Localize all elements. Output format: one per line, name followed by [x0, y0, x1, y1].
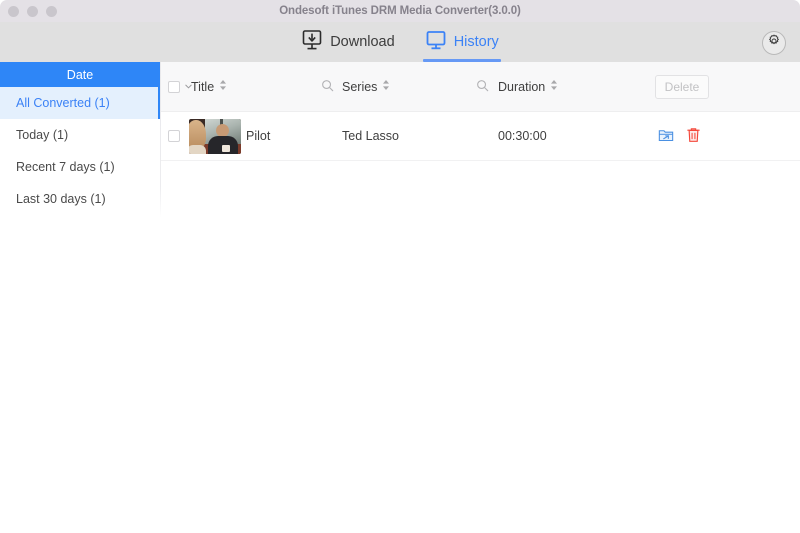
window-title: Ondesoft iTunes DRM Media Converter(3.0.…: [279, 5, 521, 17]
column-header-duration-label: Duration: [498, 79, 546, 94]
tab-download[interactable]: Download: [299, 22, 397, 62]
tab-history[interactable]: History: [422, 22, 501, 62]
thumbnail-person-left-body: [189, 144, 206, 154]
row-duration: 00:30:00: [498, 129, 547, 143]
thumbnail-cup: [222, 144, 230, 152]
thumbnail-person-right-head: [216, 123, 229, 137]
column-header-series-label: Series: [342, 79, 378, 94]
tab-bar: Download History: [0, 22, 800, 62]
download-monitor-icon: [301, 29, 323, 55]
monitor-icon: [425, 30, 447, 55]
row-actions: [658, 112, 701, 160]
sort-arrows-icon[interactable]: [550, 79, 558, 94]
history-table: Title Series Duration Delete Pilot Ted L…: [161, 62, 800, 533]
tab-download-label: Download: [330, 34, 395, 50]
sidebar-header: Date: [0, 62, 160, 87]
sidebar-item-all-converted[interactable]: All Converted (1): [0, 87, 160, 119]
column-header-series[interactable]: Series: [342, 62, 390, 111]
row-title: Pilot: [246, 129, 271, 143]
sidebar-item-label: Last 30 days (1): [16, 192, 106, 206]
row-series: Ted Lasso: [342, 129, 399, 143]
column-header-duration[interactable]: Duration: [498, 62, 558, 111]
sort-arrows-icon[interactable]: [219, 79, 227, 94]
delete-selected-button[interactable]: Delete: [655, 74, 709, 99]
minimize-button[interactable]: [27, 5, 38, 17]
select-all-checkbox[interactable]: [168, 80, 180, 93]
maximize-button[interactable]: [46, 5, 57, 17]
reveal-in-folder-icon[interactable]: [658, 127, 674, 146]
delete-selected-container: Delete: [655, 62, 709, 111]
row-thumbnail-container: [189, 112, 241, 160]
close-button[interactable]: [8, 5, 19, 17]
delete-row-icon[interactable]: [686, 127, 701, 146]
sidebar-item-recent-7-days[interactable]: Recent 7 days (1): [0, 151, 160, 183]
column-header-title[interactable]: Title: [191, 62, 227, 111]
sidebar-item-label: Recent 7 days (1): [16, 160, 115, 174]
search-icon: [476, 79, 489, 95]
search-icon: [321, 79, 334, 95]
select-all-group: [168, 62, 193, 111]
gear-icon: [767, 33, 781, 53]
search-series-button[interactable]: [321, 62, 334, 111]
table-row[interactable]: Pilot Ted Lasso 00:30:00: [161, 112, 800, 161]
settings-button[interactable]: [762, 31, 786, 55]
row-select-container: [168, 112, 180, 160]
sidebar-item-today[interactable]: Today (1): [0, 119, 160, 151]
title-bar: Ondesoft iTunes DRM Media Converter(3.0.…: [0, 0, 800, 23]
sidebar-item-last-30-days[interactable]: Last 30 days (1): [0, 183, 160, 215]
sidebar-item-label: All Converted (1): [16, 96, 110, 110]
row-checkbox[interactable]: [168, 130, 180, 142]
toolbar: Download History: [0, 22, 800, 63]
column-header-title-label: Title: [191, 79, 215, 94]
sidebar: Date All Converted (1) Today (1) Recent …: [0, 62, 160, 533]
search-duration-button[interactable]: [476, 62, 489, 111]
sort-arrows-icon[interactable]: [382, 79, 390, 94]
table-header-row: Title Series Duration Delete: [161, 62, 800, 112]
window-controls: [8, 0, 57, 22]
sidebar-item-label: Today (1): [16, 128, 69, 142]
tab-history-label: History: [453, 34, 499, 50]
video-thumbnail: [189, 118, 241, 154]
app-window: Ondesoft iTunes DRM Media Converter(3.0.…: [0, 0, 800, 533]
